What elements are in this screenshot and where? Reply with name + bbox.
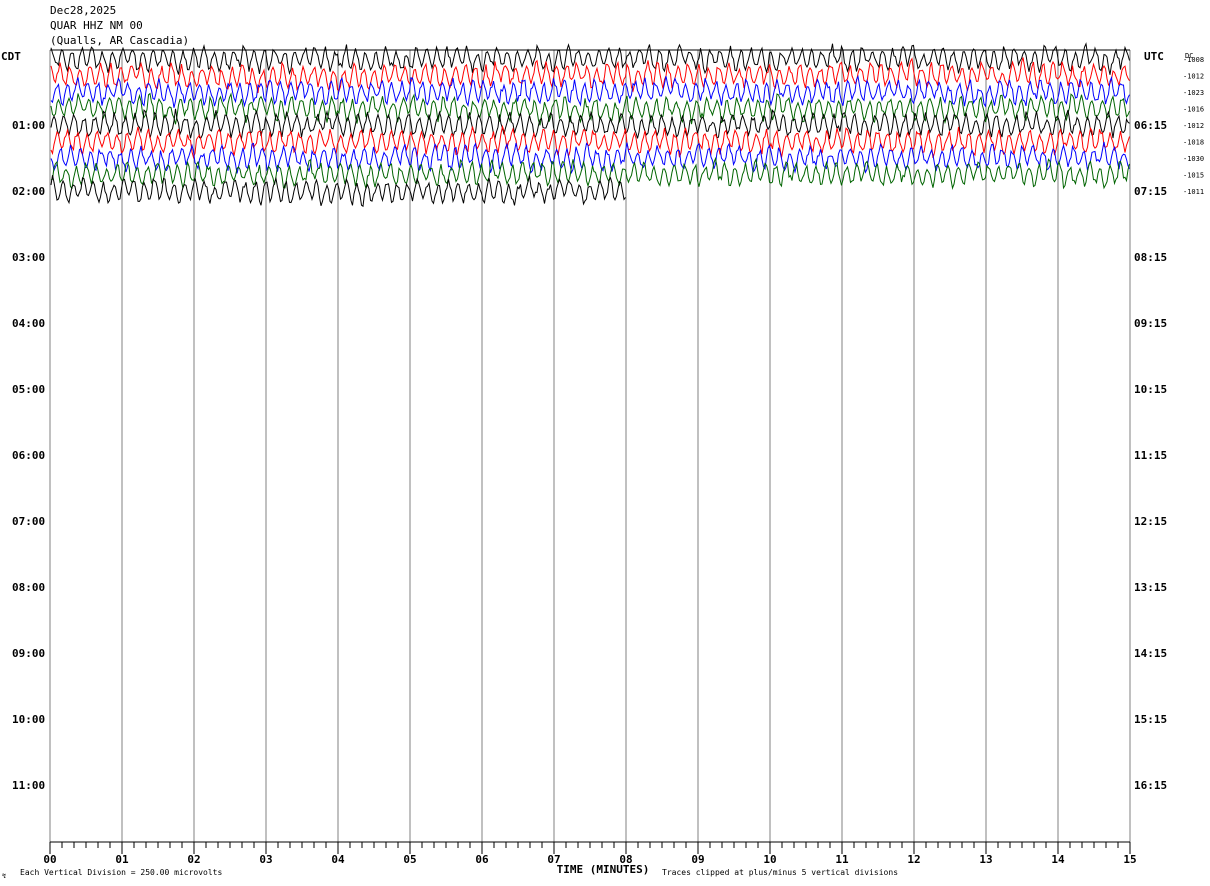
seismic-trace-row xyxy=(50,141,1130,175)
seismic-trace-row xyxy=(50,124,1130,160)
left-hour-label: 07:00 xyxy=(12,515,45,528)
right-hour-label: 10:15 xyxy=(1134,383,1167,396)
dc-offset-label: -1016 xyxy=(1183,106,1204,114)
x-tick-label: 05 xyxy=(403,853,416,866)
right-hour-label: 07:15 xyxy=(1134,185,1167,198)
scale-note: Each Vertical Division = 250.00 microvol… xyxy=(20,868,222,877)
grid-lines xyxy=(49,49,1131,842)
dc-offset-label: -1018 xyxy=(1183,139,1204,147)
right-hour-label: 06:15 xyxy=(1134,119,1167,132)
dc-offset-label: -1012 xyxy=(1183,73,1204,81)
left-hour-label: 02:00 xyxy=(12,185,45,198)
dc-offset-label: -1012 xyxy=(1183,122,1204,130)
x-tick-label: 01 xyxy=(115,853,129,866)
x-tick-label: 00 xyxy=(43,853,56,866)
x-tick-label: 04 xyxy=(331,853,345,866)
x-tick-label: 14 xyxy=(1051,853,1065,866)
dc-offset-labels: -1008-1012-1023-1016-1012-1018-1030-1015… xyxy=(1183,56,1204,196)
dc-offset-label: -1015 xyxy=(1183,172,1204,180)
dc-offset-label: -1030 xyxy=(1183,155,1204,163)
left-hour-label: 04:00 xyxy=(12,317,45,330)
x-tick-label: 09 xyxy=(691,853,704,866)
x-tick-label: 11 xyxy=(835,853,849,866)
dc-header-label: DC xyxy=(1185,52,1193,60)
right-hour-label: 16:15 xyxy=(1134,779,1167,792)
left-hour-label: 08:00 xyxy=(12,581,45,594)
right-hour-label: 09:15 xyxy=(1134,317,1167,330)
clip-note: Traces clipped at plus/minus 5 vertical … xyxy=(662,868,898,877)
left-hour-label: 01:00 xyxy=(12,119,45,132)
dc-offset-label: -1011 xyxy=(1183,188,1204,196)
left-hour-label: 05:00 xyxy=(12,383,45,396)
x-tick-label: 15 xyxy=(1123,853,1136,866)
seismic-traces xyxy=(50,42,1130,208)
right-hour-label: 08:15 xyxy=(1134,251,1167,264)
right-hour-label: 12:15 xyxy=(1134,515,1167,528)
x-tick-label: 02 xyxy=(187,853,200,866)
x-tick-label: 06 xyxy=(475,853,489,866)
left-hour-label: 09:00 xyxy=(12,647,45,660)
right-hour-label: 11:15 xyxy=(1134,449,1167,462)
left-hour-label: 10:00 xyxy=(12,713,45,726)
x-tick-label: 12 xyxy=(907,853,920,866)
right-hour-label: 14:15 xyxy=(1134,647,1167,660)
seismic-trace-row xyxy=(50,156,1130,190)
dc-offset-label: -1023 xyxy=(1183,89,1204,97)
x-tick-label: 10 xyxy=(763,853,776,866)
left-hour-label: 11:00 xyxy=(12,779,45,792)
x-tick-label: 13 xyxy=(979,853,992,866)
corner-mark: ↯ xyxy=(2,872,6,880)
helicorder-chart: 01:00 02:00 03:00 04:00 05:00 06:00 07:00 08:00… xyxy=(2,42,1204,880)
right-hour-label: 13:15 xyxy=(1134,581,1167,594)
left-hour-label: 06:00 xyxy=(12,449,45,462)
right-hour-label: 15:15 xyxy=(1134,713,1167,726)
x-tick-label: 03 xyxy=(259,853,272,866)
hour-labels: 01:00 02:00 03:00 04:00 05:00 06:00 07:00 08:00… xyxy=(12,119,1167,792)
x-axis-title: TIME (MINUTES) xyxy=(557,863,650,876)
left-hour-label: 03:00 xyxy=(12,251,45,264)
